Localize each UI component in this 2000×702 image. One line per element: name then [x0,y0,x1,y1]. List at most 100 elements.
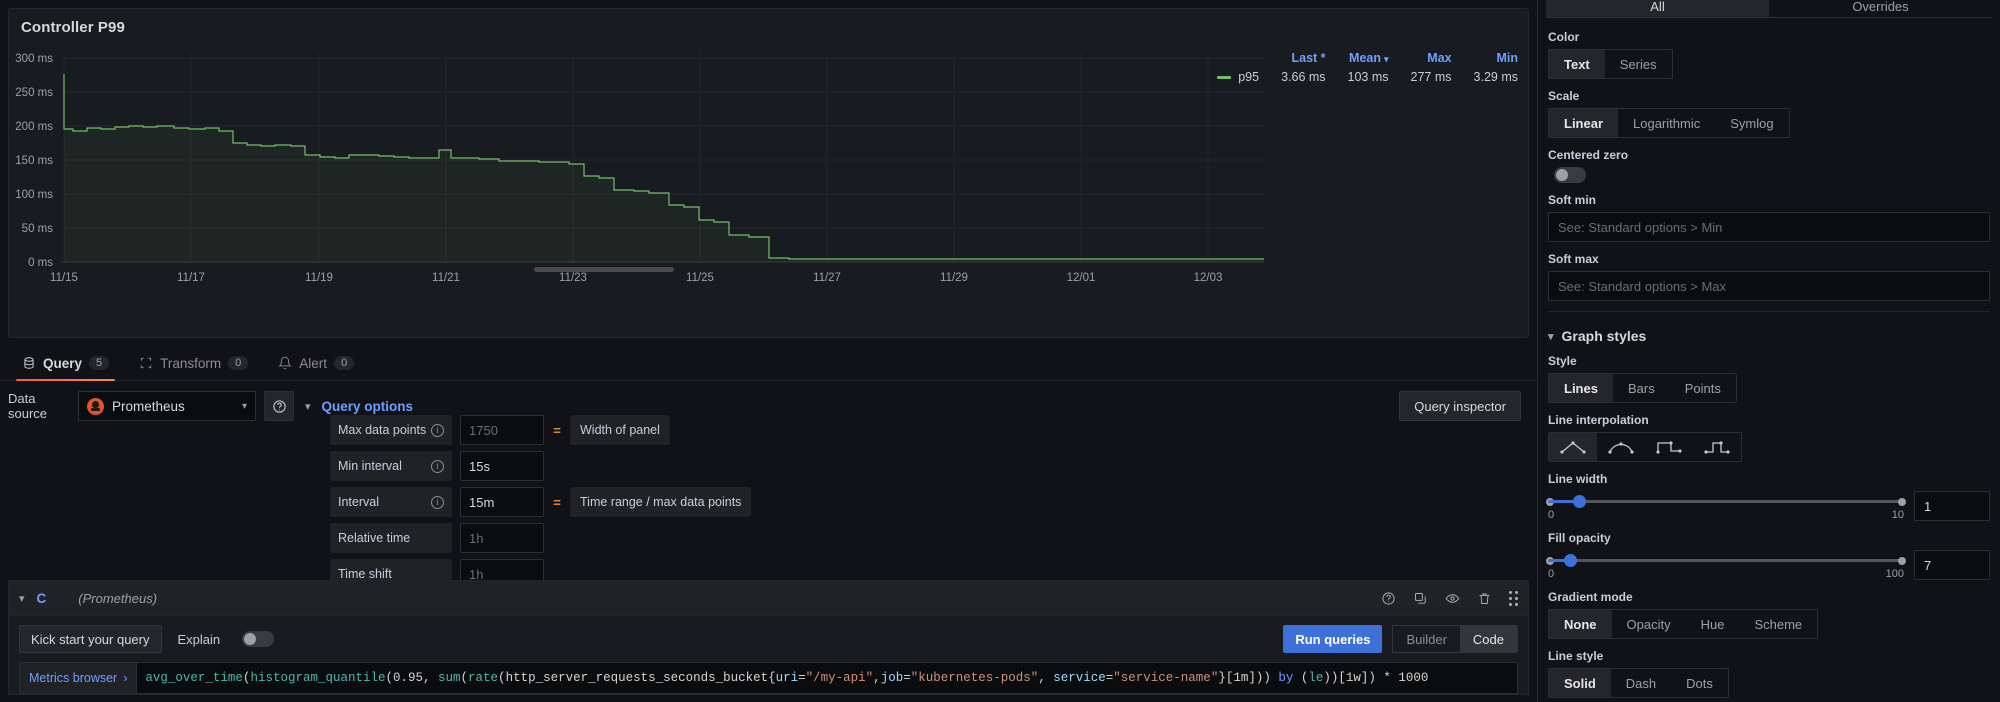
scale-label: Scale [1548,89,1580,103]
trash-icon[interactable] [1477,591,1492,606]
y-tick-label: 250 ms [15,87,53,99]
tab-alert-count: 0 [334,356,355,370]
graph-styles-section-header[interactable]: ▾ Graph styles [1548,328,1990,344]
datasource-row: Data source Prometheus ▾ ▾ Query options… [0,385,1537,427]
panel-horizontal-scrollbar[interactable] [534,267,674,272]
info-icon[interactable]: i [431,495,444,509]
mode-code[interactable]: Code [1459,626,1517,652]
legend-col-mean[interactable]: Mean ▾ [1326,51,1388,68]
sidebar-tab-overrides[interactable]: Overrides [1769,0,1992,17]
interp-option-step-before[interactable] [1645,433,1693,461]
line-interpolation-label: Line interpolation [1548,413,1649,427]
gradient-option-opacity[interactable]: Opacity [1612,610,1686,638]
sidebar-tab-all[interactable]: All [1546,0,1769,17]
fill-opacity-value-input[interactable]: 7 [1914,550,1990,580]
datasource-picker[interactable]: Prometheus ▾ [78,391,256,421]
interp-option-linear[interactable] [1549,433,1597,461]
line-style-option-dots[interactable]: Dots [1671,669,1728,697]
style-option-bars[interactable]: Bars [1613,374,1670,402]
mode-builder[interactable]: Builder [1393,626,1459,652]
interp-option-step-after[interactable] [1693,433,1741,461]
collapse-chevron-icon[interactable]: ▾ [19,592,25,605]
line-width-value-input[interactable]: 1 [1914,491,1990,521]
legend-series-cell[interactable]: p95 [1217,68,1259,86]
desc-interval: Time range / max data points [570,487,752,517]
prometheus-logo-icon [87,397,104,415]
tab-query-count: 5 [89,356,110,370]
query-option-row: Max data points i 1750 = Width of panel [330,415,751,445]
help-circle-icon[interactable] [1381,591,1396,606]
soft-min-label: Soft min [1548,193,1596,207]
editor-tab-bar: Query 5 Transform 0 Alert 0 [0,346,1537,381]
info-icon[interactable]: i [431,459,444,473]
duplicate-icon[interactable] [1413,591,1428,606]
panel-options-sidebar: All Overrides Color Text Series Scale Li… [1537,0,2000,702]
eye-icon[interactable] [1445,591,1460,606]
kick-start-query-button[interactable]: Kick start your query [19,625,162,653]
query-option-row: Interval i 15m = Time range / max data p… [330,487,752,517]
tab-transform[interactable]: Transform 0 [125,346,262,381]
color-option-text[interactable]: Text [1549,50,1605,78]
query-input-row: Metrics browser › avg_over_time(histogra… [19,662,1518,694]
option-name-interval: Interval i [330,487,452,517]
toggle-knob [1556,169,1568,181]
query-options-link[interactable]: Query options [322,399,414,414]
gradient-option-hue[interactable]: Hue [1686,610,1740,638]
line-style-option-solid[interactable]: Solid [1549,669,1611,697]
option-name-relative-time: Relative time [330,523,452,553]
datasource-label: Data source [8,391,48,421]
interp-option-smooth[interactable] [1597,433,1645,461]
slider-track[interactable] [1546,495,1906,508]
chevron-right-icon: › [123,671,128,685]
scale-option-linear[interactable]: Linear [1549,109,1619,137]
slider-handle[interactable] [1564,554,1578,567]
query-editor-body: Kick start your query Explain Run querie… [8,616,1529,695]
metrics-browser-label: Metrics browser [29,671,118,685]
scale-group: Linear Logarithmic Symlog [1548,108,1790,138]
y-tick-label: 300 ms [15,53,53,65]
gradient-option-scheme[interactable]: Scheme [1739,610,1817,638]
query-ref-id[interactable]: C [37,591,47,606]
legend-col-last[interactable]: Last * [1259,51,1325,68]
soft-min-input[interactable]: See: Standard options > Min [1548,212,1990,242]
x-tick-label: 11/27 [813,272,841,284]
style-group: Lines Bars Points [1548,373,1737,403]
promql-code-input[interactable]: avg_over_time(histogram_quantile(0.95, s… [136,662,1518,694]
fill-opacity-slider-row: 0 100 7 [1546,550,1990,580]
gradient-option-none[interactable]: None [1549,610,1612,638]
centered-zero-toggle[interactable] [1554,167,1586,183]
fill-opacity-slider[interactable]: 0 100 [1546,550,1906,580]
tab-alert[interactable]: Alert 0 [264,346,368,381]
query-inspector-button[interactable]: Query inspector [1399,391,1521,421]
slider-track[interactable] [1546,554,1906,567]
scale-option-logarithmic[interactable]: Logarithmic [1618,109,1715,137]
input-max-data-points[interactable]: 1750 [460,415,544,445]
tab-query[interactable]: Query 5 [8,346,123,381]
info-icon[interactable]: i [431,423,444,437]
legend-row[interactable]: p95 3.66 ms 103 ms 277 ms 3.29 ms [1217,68,1518,86]
scale-option-symlog[interactable]: Symlog [1715,109,1788,137]
line-style-label: Line style [1548,649,1604,663]
explain-toggle[interactable] [242,631,275,647]
y-tick-label: 150 ms [15,155,53,167]
run-queries-button[interactable]: Run queries [1283,625,1383,653]
legend-col-max[interactable]: Max [1389,51,1451,68]
line-width-slider[interactable]: 0 10 [1546,491,1906,521]
chevron-down-icon: ▾ [1548,330,1554,343]
metrics-browser-button[interactable]: Metrics browser › [19,662,137,694]
slider-handle[interactable] [1572,495,1586,508]
style-option-lines[interactable]: Lines [1549,374,1613,402]
drag-handle-icon[interactable] [1509,590,1518,606]
datasource-help-button[interactable] [264,391,294,421]
line-style-option-dash[interactable]: Dash [1611,669,1671,697]
color-option-series[interactable]: Series [1605,50,1672,78]
soft-max-input[interactable]: See: Standard options > Max [1548,271,1990,301]
toggle-knob [244,633,257,645]
y-tick-label: 0 ms [28,257,53,269]
legend-col-min[interactable]: Min [1452,51,1518,68]
legend-series-header [1217,51,1259,68]
style-option-points[interactable]: Points [1670,374,1736,402]
input-relative-time[interactable]: 1h [460,523,544,553]
query-options-toggle[interactable]: ▾ [302,400,314,413]
input-min-interval[interactable]: 15s [460,451,544,481]
